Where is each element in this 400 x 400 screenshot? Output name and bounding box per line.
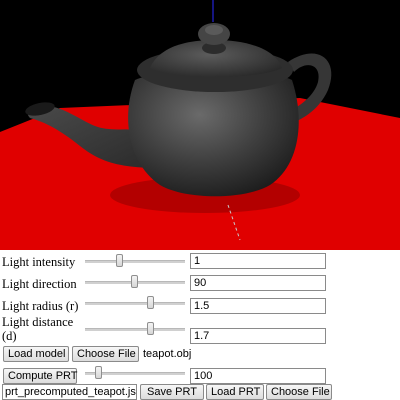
light-radius-label: Light radius (r) [2, 299, 79, 313]
slider-track [85, 328, 185, 331]
prt-samples-slider[interactable] [85, 366, 185, 380]
prt-file-name[interactable]: prt_precomputed_teapot.json [2, 384, 137, 400]
light-intensity-label: Light intensity [2, 255, 76, 269]
light-distance-input[interactable] [190, 328, 326, 344]
slider-track [85, 260, 185, 263]
load-prt-button[interactable]: Load PRT [206, 384, 264, 400]
slider-thumb[interactable] [131, 275, 138, 288]
light-intensity-slider[interactable] [85, 254, 185, 268]
render-viewport[interactable] [0, 0, 400, 250]
save-prt-button[interactable]: Save PRT [140, 384, 204, 400]
light-radius-slider[interactable] [85, 296, 185, 310]
slider-thumb[interactable] [116, 254, 123, 267]
light-distance-label: Light distance [2, 315, 74, 329]
light-distance-label-suffix: (d) [2, 329, 17, 343]
load-model-button[interactable]: Load model [3, 346, 69, 362]
light-direction-label: Light direction [2, 277, 77, 291]
slider-thumb[interactable] [147, 322, 154, 335]
light-intensity-input[interactable] [190, 253, 326, 269]
light-distance-slider[interactable] [85, 322, 185, 336]
choose-prt-file-button[interactable]: Choose File [266, 384, 332, 400]
slider-track [85, 302, 185, 305]
compute-prt-button[interactable]: Compute PRT [3, 368, 78, 384]
choose-model-file-button[interactable]: Choose File [72, 346, 139, 362]
light-direction-slider[interactable] [85, 275, 185, 289]
prt-samples-input[interactable] [190, 368, 326, 384]
slider-thumb[interactable] [95, 366, 102, 379]
light-radius-input[interactable] [190, 298, 326, 314]
light-direction-input[interactable] [190, 275, 326, 291]
teapot-scene [0, 0, 400, 250]
teapot-knob-top [205, 25, 223, 35]
model-file-name: teapot.obj [143, 348, 192, 360]
slider-thumb[interactable] [147, 296, 154, 309]
